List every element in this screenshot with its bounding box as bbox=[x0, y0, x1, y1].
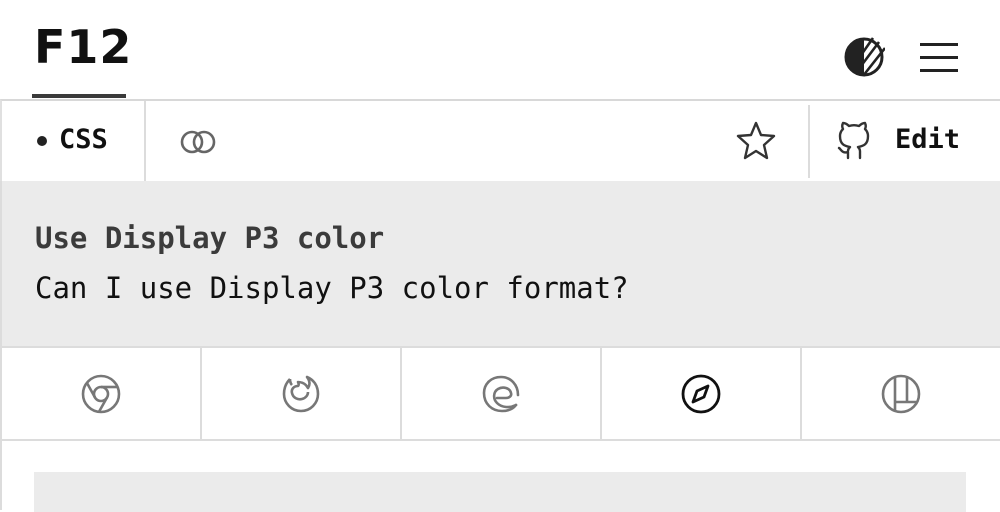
copy-link-button[interactable] bbox=[178, 125, 218, 159]
tab-chrome[interactable] bbox=[2, 348, 202, 439]
github-edit-icon-button[interactable] bbox=[836, 121, 872, 161]
edge-icon bbox=[482, 375, 520, 412]
favorite-button[interactable] bbox=[735, 119, 777, 161]
support-content bbox=[0, 439, 1000, 512]
chrome-icon bbox=[81, 374, 121, 413]
category-label: CSS bbox=[59, 124, 108, 155]
github-icon bbox=[837, 121, 870, 160]
toolbar-divider bbox=[808, 105, 810, 178]
link-icon bbox=[180, 130, 216, 154]
tab-other-browser[interactable] bbox=[802, 348, 1000, 439]
feature-description: Can I use Display P3 color format? bbox=[35, 271, 629, 305]
theme-toggle-button[interactable] bbox=[843, 36, 885, 78]
tab-safari[interactable] bbox=[602, 348, 802, 439]
edit-button[interactable]: Edit bbox=[895, 123, 960, 157]
support-table-placeholder bbox=[34, 472, 966, 512]
firefox-icon bbox=[282, 375, 320, 412]
feature-title: Use Display P3 color bbox=[35, 221, 385, 255]
feature-summary: Use Display P3 color Can I use Display P… bbox=[0, 181, 1000, 346]
category-dot bbox=[37, 136, 47, 146]
logo-active-underline bbox=[32, 94, 126, 98]
feature-toolbar: CSS Edit bbox=[0, 99, 1000, 184]
browser-tabs bbox=[0, 346, 1000, 441]
tab-edge[interactable] bbox=[402, 348, 602, 439]
half-circle-theme-icon bbox=[844, 37, 885, 77]
other-browser-icon bbox=[881, 374, 921, 413]
site-header: F12 bbox=[0, 0, 1000, 99]
menu-button[interactable] bbox=[920, 40, 960, 74]
star-icon bbox=[736, 121, 776, 160]
tab-firefox[interactable] bbox=[202, 348, 402, 439]
hamburger-menu-icon bbox=[920, 43, 958, 46]
safari-icon bbox=[681, 374, 721, 413]
category-tag[interactable]: CSS bbox=[2, 101, 146, 182]
logo[interactable]: F12 bbox=[34, 22, 132, 72]
